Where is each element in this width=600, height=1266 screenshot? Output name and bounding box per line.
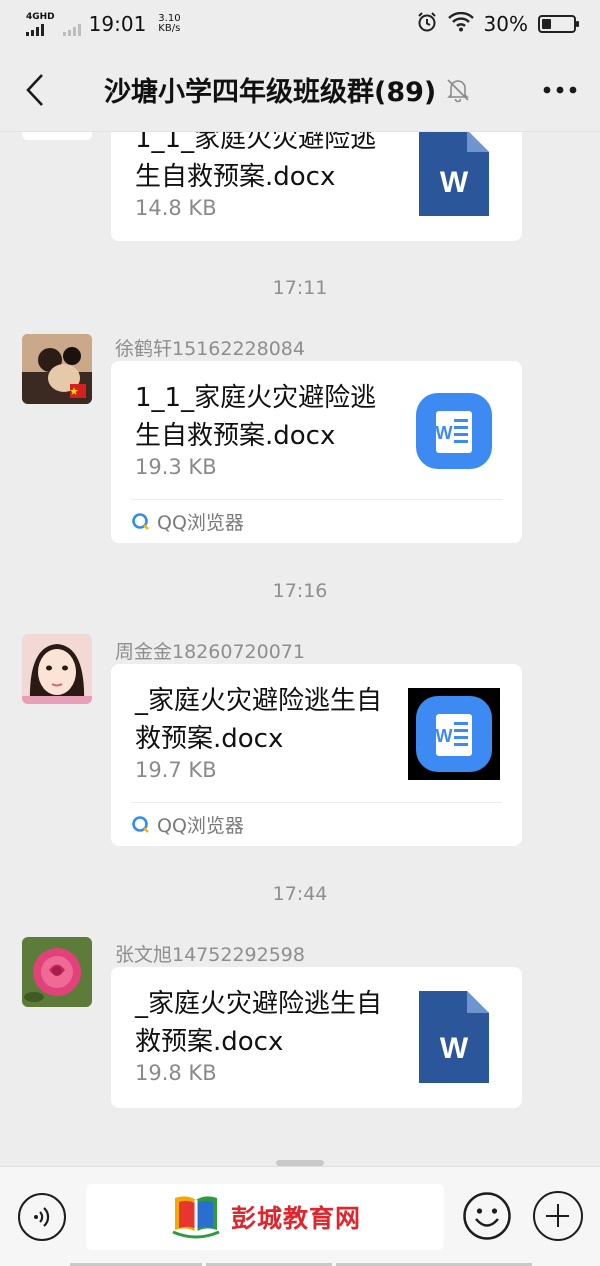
qq-browser-icon [132,815,149,833]
wifi-icon [447,11,474,37]
file-message[interactable]: 1_1_家庭火灾避险逃生自救预案.docx 19.3 KB W QQ浏览器 [111,361,522,543]
cellular-signal-icon: 4GHD [26,11,55,36]
sender-name: 周金金18260720071 [115,641,305,663]
svg-text:W: W [436,423,453,443]
message-input[interactable]: 彭城教育网 [86,1184,444,1250]
voice-button[interactable] [18,1193,66,1241]
more-dots-icon [543,86,577,93]
file-size: 19.3 KB [135,455,217,479]
back-button[interactable] [0,48,70,132]
file-message[interactable]: 1_1_家庭火灾避险逃生自救预案.docx 14.8 KB W [111,132,522,241]
file-size: 19.7 KB [135,758,217,782]
book-logo-icon [172,1196,220,1239]
word-app-icon: W [416,393,492,469]
app-source[interactable]: QQ浏览器 [131,802,502,846]
file-size: 14.8 KB [135,196,217,220]
chat-title: 沙塘小学四年级班级群(89) [104,77,437,108]
file-name: 1_1_家庭火灾避险逃生自救预案.docx [135,383,377,451]
emoji-button[interactable] [462,1191,512,1241]
avatar[interactable] [22,334,92,404]
back-arrow-icon [26,73,43,106]
svg-text:W: W [440,1032,469,1065]
file-name: 1_1_家庭火灾避险逃生自救预案.docx [135,132,377,192]
word-app-icon-frame: W [408,688,500,780]
smiley-icon [463,1192,511,1240]
app-source[interactable]: QQ浏览器 [131,499,502,543]
svg-text:W: W [440,166,469,199]
timestamp: 17:11 [272,277,328,299]
input-bar: 彭城教育网 [0,1166,600,1266]
app-source-label: QQ浏览器 [157,815,244,837]
title-bar: 沙塘小学四年级班级群(89) [0,48,600,132]
mute-bell-icon [446,77,470,103]
more-functions-button[interactable] [533,1191,583,1241]
file-message[interactable]: _家庭火灾避险逃生自救预案.docx 19.7 KB W QQ浏览器 [111,664,522,846]
word-document-icon: W [419,991,489,1083]
alarm-icon [416,11,438,38]
watermark-brand: 彭城教育网 [230,1204,361,1233]
timestamp: 17:44 [272,883,328,905]
app-source-label: QQ浏览器 [157,512,244,534]
battery-percent: 30% [483,12,528,36]
secondary-signal-icon [62,24,81,36]
sender-name: 徐鹤轩15162228084 [115,338,305,360]
qq-browser-icon [132,512,149,530]
voice-icon [34,1207,50,1227]
word-document-icon: W [419,132,489,216]
battery-icon [538,15,579,33]
avatar[interactable] [22,634,92,704]
word-app-icon: W [416,696,492,772]
file-size: 19.8 KB [135,1061,217,1085]
svg-text:W: W [436,726,453,746]
file-name: _家庭火灾避险逃生自救预案.docx [135,989,383,1057]
avatar[interactable] [22,937,92,1007]
file-message[interactable]: _家庭火灾避险逃生自救预案.docx 19.8 KB W [111,967,522,1108]
more-options-button[interactable] [520,48,600,132]
timestamp: 17:16 [272,580,328,602]
network-type: 4GHD [26,11,55,22]
sender-name: 张文旭14752292598 [115,944,305,966]
file-name: _家庭火灾避险逃生自救预案.docx [135,686,383,754]
network-speed: 3.10 KB/s [158,13,181,34]
avatar[interactable] [22,132,92,140]
clock: 19:01 [88,12,147,36]
chat-message-list[interactable]: 1_1_家庭火灾避险逃生自救预案.docx 14.8 KB W 17:11 徐鹤… [0,132,600,1166]
status-bar: 4GHD 19:01 3.10 KB/s 30% [0,0,600,48]
